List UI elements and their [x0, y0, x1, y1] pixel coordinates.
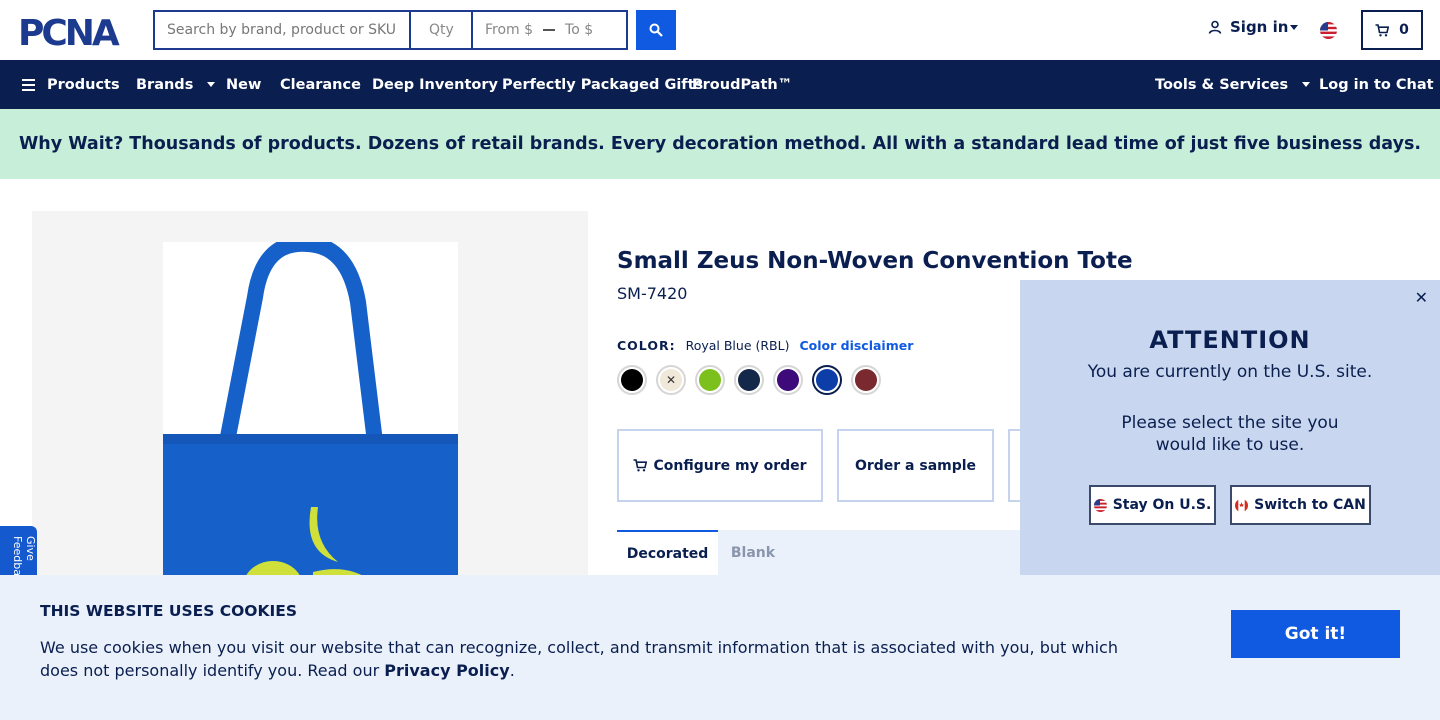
swatch-color [738, 369, 760, 391]
search-icon [649, 23, 663, 37]
nav-tools-label: Tools & Services [1155, 76, 1289, 93]
search-bar: Search by brand, product or SKU Qty From… [153, 10, 628, 50]
nav-proudpath[interactable]: ProudPath™ [692, 60, 792, 109]
us-flag-icon [1093, 498, 1107, 512]
configure-order-button[interactable]: Configure my order [617, 429, 823, 502]
main-nav: Products Brands New Clearance Deep Inven… [0, 60, 1440, 109]
nav-clearance[interactable]: Clearance [280, 60, 361, 109]
switch-can-button[interactable]: Switch to CAN [1230, 485, 1371, 525]
color-disclaimer-link[interactable]: Color disclaimer [799, 338, 913, 353]
order-sample-button[interactable]: Order a sample [837, 429, 994, 502]
attention-prompt: Please select the site you would like to… [1121, 413, 1339, 455]
pcna-logo[interactable]: PCNA [18, 14, 138, 48]
cookie-banner: THIS WEBSITE USES COOKIES We use cookies… [0, 575, 1440, 720]
privacy-policy-link[interactable]: Privacy Policy [384, 661, 509, 680]
color-swatches: ✕ [617, 365, 881, 395]
chevron-down-icon [1290, 24, 1299, 30]
switch-can-label: Switch to CAN [1254, 497, 1366, 513]
order-sample-label: Order a sample [854, 457, 977, 474]
stay-us-label: Stay On U.S. [1112, 497, 1212, 513]
close-icon[interactable]: ✕ [1415, 288, 1428, 307]
us-flag-icon[interactable] [1320, 22, 1337, 39]
cookie-text-end: . [509, 661, 515, 680]
canada-flag-icon [1235, 498, 1249, 512]
swatch-color [621, 369, 643, 391]
swatch-color [777, 369, 799, 391]
attention-message: You are currently on the U.S. site. [1087, 362, 1373, 382]
cart-icon [633, 459, 648, 472]
nav-packaged-gifts[interactable]: Perfectly Packaged Gifts [502, 60, 703, 109]
cart-icon [1375, 23, 1390, 36]
nav-products-label: Products [47, 76, 120, 93]
search-input[interactable]: Search by brand, product or SKU [155, 12, 411, 48]
color-label: COLOR: [617, 338, 676, 353]
swatch-color [855, 369, 877, 391]
qty-input[interactable]: Qty [411, 12, 473, 48]
tote-bag-image [163, 235, 458, 581]
nav-chat-login[interactable]: Log in to Chat [1319, 60, 1434, 109]
tab-blank-label: Blank [730, 544, 776, 561]
price-from-input[interactable]: From $ [485, 22, 533, 38]
tab-decorated[interactable]: Decorated [617, 530, 718, 575]
accept-cookies-label: Got it! [1284, 624, 1347, 644]
product-image[interactable] [163, 235, 458, 581]
nav-brands-label: Brands [136, 76, 194, 93]
nav-brands[interactable]: Brands [136, 60, 216, 109]
nav-packaged-gifts-label: Perfectly Packaged Gifts [502, 76, 704, 93]
cart-button[interactable]: 0 [1361, 10, 1423, 50]
unavailable-x-icon: ✕ [660, 369, 682, 391]
nav-deep-inventory-label: Deep Inventory [372, 76, 498, 93]
tab-decorated-label: Decorated [626, 545, 709, 562]
logo-text: PCNA [18, 14, 120, 48]
range-dash [543, 29, 556, 31]
user-icon [1208, 20, 1222, 34]
nav-chat-label: Log in to Chat [1319, 76, 1434, 93]
price-range: From $ To $ [473, 12, 626, 48]
sign-in-label: Sign in [1230, 18, 1289, 36]
nav-products[interactable]: Products [22, 60, 120, 109]
accept-cookies-button[interactable]: Got it! [1231, 610, 1400, 658]
promo-text: Why Wait? Thousands of products. Dozens … [18, 134, 1422, 154]
color-swatch[interactable] [851, 365, 881, 395]
product-image-panel [32, 211, 588, 581]
cookie-message: We use cookies when you visit our websit… [40, 636, 1140, 682]
price-to-input[interactable]: To $ [565, 22, 593, 38]
nav-new-label: New [226, 76, 262, 93]
color-swatch[interactable] [812, 365, 842, 395]
decoration-tabs: Decorated Blank [617, 530, 1020, 575]
chevron-down-icon [207, 82, 216, 87]
nav-deep-inventory[interactable]: Deep Inventory [372, 60, 498, 109]
attention-title: ATTENTION [1149, 326, 1311, 354]
promo-banner: Why Wait? Thousands of products. Dozens … [0, 109, 1440, 179]
cookie-text: We use cookies when you visit our websit… [40, 638, 1118, 680]
cart-count: 0 [1399, 22, 1409, 38]
swatch-color [816, 369, 838, 391]
color-selection-row: COLOR: Royal Blue (RBL) Color disclaimer [617, 338, 913, 353]
stay-us-button[interactable]: Stay On U.S. [1089, 485, 1216, 525]
hamburger-icon [22, 78, 35, 91]
top-header: PCNA Search by brand, product or SKU Qty… [0, 0, 1440, 60]
color-swatch[interactable] [617, 365, 647, 395]
sign-in-button[interactable]: Sign in [1208, 18, 1299, 36]
color-swatch[interactable]: ✕ [656, 365, 686, 395]
color-swatch[interactable] [773, 365, 803, 395]
site-selector-popup: ✕ ATTENTION You are currently on the U.S… [1020, 280, 1440, 575]
chevron-down-icon [1302, 82, 1311, 87]
nav-tools-services[interactable]: Tools & Services [1155, 60, 1311, 109]
tab-blank[interactable]: Blank [718, 530, 788, 575]
nav-clearance-label: Clearance [280, 76, 361, 93]
configure-order-label: Configure my order [653, 457, 807, 474]
cookie-title: THIS WEBSITE USES COOKIES [40, 602, 298, 620]
nav-new[interactable]: New [226, 60, 261, 109]
nav-proudpath-label: ProudPath™ [692, 76, 793, 93]
swatch-color [699, 369, 721, 391]
search-button[interactable] [636, 10, 676, 50]
product-sku: SM-7420 [617, 284, 688, 303]
selected-color-name: Royal Blue (RBL) [685, 338, 790, 353]
color-swatch[interactable] [734, 365, 764, 395]
product-title: Small Zeus Non-Woven Convention Tote [617, 248, 1133, 274]
color-swatch[interactable] [695, 365, 725, 395]
